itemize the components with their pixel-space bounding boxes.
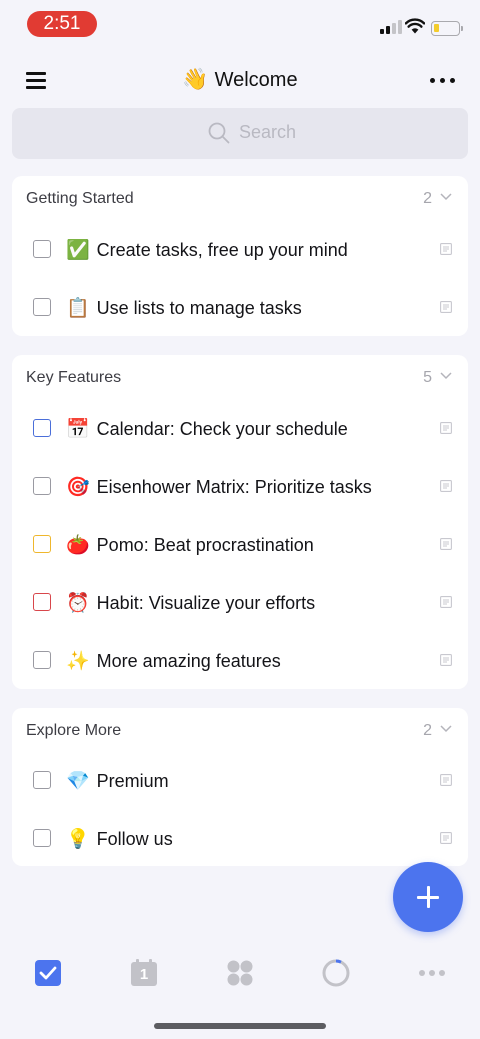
task-title: ✨ More amazing features: [66, 651, 281, 672]
task-title: 📅 Calendar: Check your schedule: [66, 419, 348, 440]
note-icon: [440, 538, 452, 550]
task-row[interactable]: 🍅 Pomo: Beat procrastination: [12, 515, 468, 573]
tasks-icon[interactable]: [33, 958, 63, 988]
gem-icon: 💎: [66, 771, 90, 792]
status-bar: 2:51: [0, 0, 480, 48]
more-icon[interactable]: [417, 958, 447, 988]
task-title: 💎 Premium: [66, 771, 169, 792]
section-header[interactable]: Getting Started 2: [12, 176, 468, 220]
home-indicator: [154, 1023, 326, 1029]
check-mark-icon: ✅: [66, 240, 90, 261]
task-checkbox[interactable]: [33, 477, 51, 495]
chevron-down-icon: [440, 193, 452, 201]
search-input[interactable]: Search: [12, 108, 468, 159]
section-count: 5: [423, 369, 432, 386]
search-icon: [208, 122, 230, 144]
task-title: ✅ Create tasks, free up your mind: [66, 240, 348, 261]
task-title: 🎯 Eisenhower Matrix: Prioritize tasks: [66, 477, 372, 498]
battery-icon: [431, 21, 463, 36]
task-row[interactable]: ✅ Create tasks, free up your mind: [12, 220, 468, 278]
section-key-features: Key Features 5 📅 Calendar: Check your sch…: [12, 355, 468, 689]
tomato-icon: 🍅: [66, 535, 90, 556]
more-dots-icon[interactable]: [430, 78, 456, 84]
search-placeholder: Search: [239, 122, 297, 142]
chevron-down-icon: [440, 725, 452, 733]
bottom-nav: 1: [0, 940, 480, 1000]
note-icon: [440, 243, 452, 255]
note-icon: [440, 596, 452, 608]
chevron-down-icon: [440, 372, 452, 380]
task-row[interactable]: 📋 Use lists to manage tasks: [12, 278, 468, 336]
task-checkbox[interactable]: [33, 419, 51, 437]
light-bulb-icon: 💡: [66, 829, 90, 850]
task-row[interactable]: 📅 Calendar: Check your schedule: [12, 399, 468, 457]
section-getting-started: Getting Started 2 ✅ Create tasks, free up…: [12, 176, 468, 336]
task-checkbox[interactable]: [33, 593, 51, 611]
target-icon: 🎯: [66, 477, 90, 498]
section-count: 2: [423, 722, 432, 739]
section-title: Getting Started: [26, 190, 134, 207]
plus-icon-vertical: [427, 886, 430, 908]
task-checkbox[interactable]: [33, 240, 51, 258]
page-title: 👋 Welcome: [0, 68, 480, 92]
task-title: ⏰ Habit: Visualize your efforts: [66, 593, 316, 614]
sparkles-icon: ✨: [66, 651, 90, 672]
calendar-icon: 📅: [66, 419, 90, 440]
pomodoro-icon[interactable]: [321, 958, 351, 988]
task-row[interactable]: ✨ More amazing features: [12, 631, 468, 689]
note-icon: [440, 832, 452, 844]
section-header[interactable]: Explore More 2: [12, 708, 468, 752]
note-icon: [440, 480, 452, 492]
calendar-day: 1: [139, 966, 149, 983]
matrix-icon[interactable]: [225, 958, 255, 988]
task-checkbox[interactable]: [33, 535, 51, 553]
task-title: 🍅 Pomo: Beat procrastination: [66, 535, 314, 556]
waving-hand-icon: 👋: [182, 68, 209, 91]
task-row[interactable]: 💡 Follow us: [12, 809, 468, 867]
section-title: Explore More: [26, 722, 122, 739]
section-header[interactable]: Key Features 5: [12, 355, 468, 399]
task-checkbox[interactable]: [33, 771, 51, 789]
section-count: 2: [423, 190, 432, 207]
note-icon: [440, 774, 452, 786]
calendar-icon[interactable]: 1: [129, 958, 159, 988]
wifi-icon: [405, 18, 425, 34]
clipboard-icon: 📋: [66, 298, 90, 319]
note-icon: [440, 301, 452, 313]
note-icon: [440, 422, 452, 434]
task-row[interactable]: 🎯 Eisenhower Matrix: Prioritize tasks: [12, 457, 468, 515]
section-title: Key Features: [26, 369, 122, 386]
cellular-signal-icon: [380, 20, 402, 34]
page-title-text: Welcome: [214, 69, 298, 91]
status-time: 2:51: [27, 11, 97, 37]
task-checkbox[interactable]: [33, 298, 51, 316]
header: 👋 Welcome: [0, 56, 480, 106]
add-task-button[interactable]: [393, 862, 463, 932]
alarm-clock-icon: ⏰: [66, 593, 90, 614]
note-icon: [440, 654, 452, 666]
section-explore-more: Explore More 2 💎 Premium 💡 Follow us: [12, 708, 468, 866]
task-checkbox[interactable]: [33, 829, 51, 847]
task-title: 📋 Use lists to manage tasks: [66, 298, 302, 319]
task-row[interactable]: ⏰ Habit: Visualize your efforts: [12, 573, 468, 631]
task-row[interactable]: 💎 Premium: [12, 751, 468, 809]
task-title: 💡 Follow us: [66, 829, 173, 850]
task-checkbox[interactable]: [33, 651, 51, 669]
